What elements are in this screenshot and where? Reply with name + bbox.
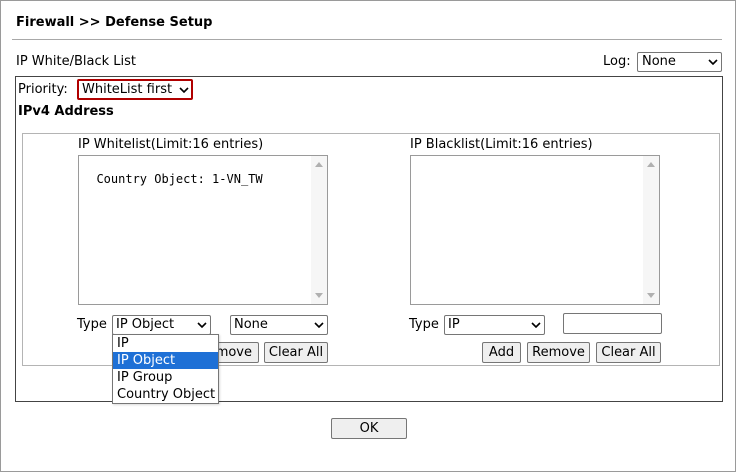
whitelist-title: IP Whitelist(Limit:16 entries): [78, 137, 264, 152]
blacklist-remove-label: Remove: [532, 345, 585, 360]
dropdown-option-ip-object[interactable]: IP Object: [113, 352, 218, 369]
ok-button[interactable]: OK: [331, 418, 407, 439]
whitelist-type-value: IP Object: [116, 317, 175, 332]
chevron-down-icon: [314, 322, 324, 328]
blacklist-add-label: Add: [488, 345, 515, 360]
blacklist-remove-button[interactable]: Remove: [527, 342, 590, 363]
scroll-down-icon: [315, 293, 323, 298]
section-title: IP White/Black List: [16, 54, 137, 69]
whitelist-type-label: Type: [77, 317, 107, 332]
whitelist-clear-all-label: Clear All: [268, 345, 324, 360]
scroll-up-icon: [315, 162, 323, 167]
priority-select-value: WhiteList first: [82, 82, 173, 97]
blacklist-ip-input[interactable]: [563, 313, 662, 334]
whitelist-clear-all-button[interactable]: Clear All: [264, 342, 328, 363]
whitelist-object-select[interactable]: None: [230, 315, 328, 335]
chevron-down-icon: [179, 87, 189, 93]
dropdown-option-country-object[interactable]: Country Object: [113, 386, 218, 403]
whitelist-type-select[interactable]: IP Object: [112, 315, 211, 335]
blacklist-type-label: Type: [409, 317, 439, 332]
priority-select[interactable]: WhiteList first: [77, 79, 193, 100]
scroll-up-icon: [647, 162, 655, 167]
scroll-down-icon: [647, 293, 655, 298]
whitelist-type-dropdown[interactable]: IP IP Object IP Group Country Object: [112, 334, 219, 404]
blacklist-scrollbar[interactable]: [643, 156, 659, 304]
whitelist-remove-label: move: [215, 345, 252, 360]
ok-label: OK: [359, 421, 379, 436]
blacklist-add-button[interactable]: Add: [482, 342, 521, 363]
blacklist-type-select[interactable]: IP: [444, 315, 545, 335]
priority-label: Priority:: [18, 82, 68, 97]
log-select[interactable]: None: [637, 52, 722, 72]
whitelist-object-value: None: [234, 317, 268, 332]
chevron-down-icon: [531, 322, 541, 328]
whitelist-textarea[interactable]: Country Object: 1-VN_TW: [78, 155, 328, 305]
page-title: Firewall >> Defense Setup: [16, 15, 213, 30]
blacklist-type-value: IP: [448, 317, 460, 332]
blacklist-clear-all-button[interactable]: Clear All: [596, 342, 661, 363]
whitelist-entries: Country Object: 1-VN_TW: [96, 172, 263, 186]
blacklist-title: IP Blacklist(Limit:16 entries): [410, 137, 593, 152]
ipv4-heading: IPv4 Address: [18, 104, 114, 119]
log-label: Log:: [603, 54, 631, 69]
whitelist-scrollbar[interactable]: [311, 156, 327, 304]
title-divider: [12, 39, 722, 40]
log-select-value: None: [637, 52, 722, 72]
dropdown-option-ip-group[interactable]: IP Group: [113, 369, 218, 386]
dropdown-option-ip[interactable]: IP: [113, 335, 218, 352]
chevron-down-icon: [197, 322, 207, 328]
blacklist-textarea[interactable]: [410, 155, 660, 305]
blacklist-clear-all-label: Clear All: [601, 345, 656, 360]
